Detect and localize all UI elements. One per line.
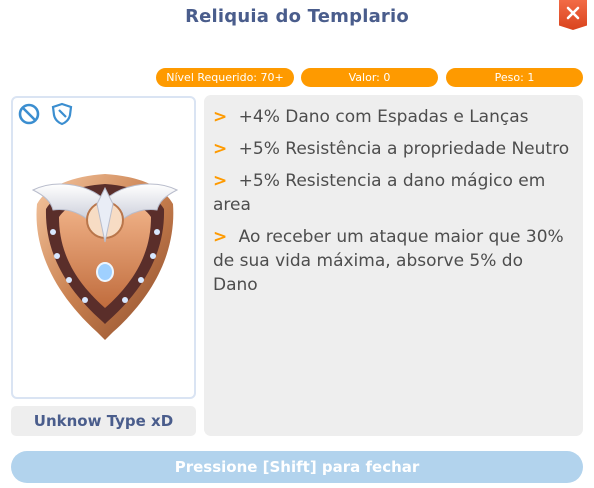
bonus-text: Ao receber um ataque maior que 30% de su… xyxy=(213,227,564,295)
window-title: Reliquia do Templario xyxy=(185,6,409,27)
close-hint-button[interactable]: Pressione [Shift] para fechar xyxy=(11,451,583,483)
shield-icon xyxy=(51,102,73,126)
bullet-arrow-icon: > xyxy=(213,227,228,247)
bonus-line: > +5% Resistencia a dano mágico em area xyxy=(213,169,573,217)
bullet-arrow-icon: > xyxy=(213,107,228,127)
item-tooltip-window: Reliquia do Templario Nível Requerido: 7… xyxy=(0,0,594,488)
bonus-line: > +5% Resistência a propriedade Neutro xyxy=(213,137,573,161)
item-description-panel: > +4% Dano com Espadas e Lanças > +5% Re… xyxy=(204,95,583,436)
item-image-card xyxy=(11,96,196,399)
close-button[interactable] xyxy=(559,0,587,30)
bonus-text: +4% Dano com Espadas e Lanças xyxy=(238,107,529,127)
bonus-list: > +4% Dano com Espadas e Lanças > +5% Re… xyxy=(204,95,583,297)
bonus-text: +5% Resistencia a dano mágico em area xyxy=(213,171,546,215)
no-icon xyxy=(18,103,40,125)
value-badge: Valor: 0 xyxy=(301,68,438,87)
close-x-icon xyxy=(566,6,580,20)
bonus-text: +5% Resistência a propriedade Neutro xyxy=(238,139,570,159)
weight-badge: Peso: 1 xyxy=(446,68,583,87)
bonus-line: > Ao receber um ataque maior que 30% de … xyxy=(213,225,573,297)
templar-shield-icon xyxy=(31,174,179,340)
item-type-label: Unknow Type xD xyxy=(11,406,196,436)
bullet-arrow-icon: > xyxy=(213,139,228,159)
bonus-line: > +4% Dano com Espadas e Lanças xyxy=(213,105,573,129)
bullet-arrow-icon: > xyxy=(213,171,228,191)
level-required-badge: Nível Requerido: 70+ xyxy=(156,68,294,87)
